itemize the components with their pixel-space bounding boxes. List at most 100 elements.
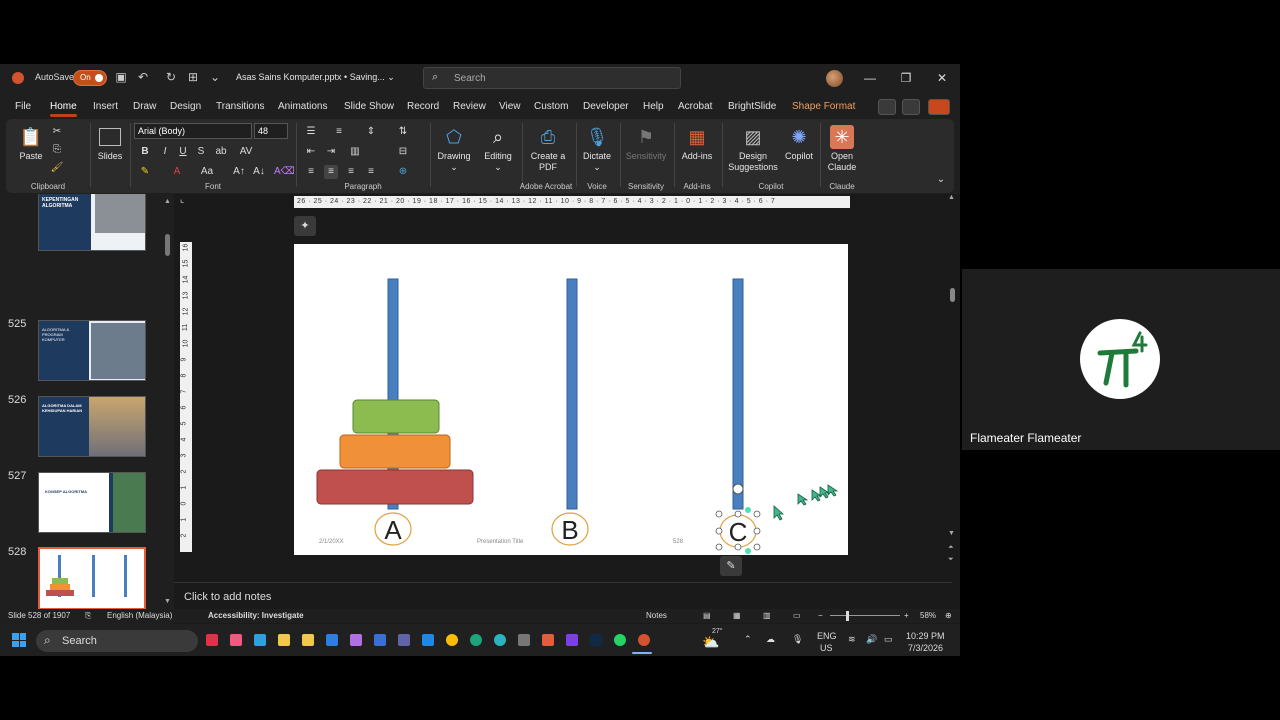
language-status[interactable]: English (Malaysia) — [107, 611, 172, 620]
slideshow-view-icon[interactable]: ▭ — [793, 611, 801, 620]
scroll-thumb[interactable] — [165, 234, 170, 256]
tab-slide-show[interactable]: Slide Show — [344, 101, 394, 112]
notes-button[interactable]: Notes — [646, 611, 667, 620]
whatsapp-icon[interactable] — [614, 634, 626, 646]
editor-scrollbar[interactable]: ▲ ▼ ⏶ ⏷ — [948, 194, 958, 574]
rotate-handle-icon[interactable] — [732, 483, 744, 495]
scroll-down-icon[interactable]: ▼ — [948, 530, 955, 537]
app-icon[interactable] — [566, 634, 578, 646]
editing-button[interactable]: ⌕ Editing ⌄ — [478, 125, 518, 173]
tab-review[interactable]: Review — [453, 101, 486, 112]
zoom-out-icon[interactable]: − — [818, 611, 823, 620]
smartart-icon[interactable]: ⊕ — [396, 165, 410, 179]
clear-formatting-icon[interactable]: A⌫ — [274, 165, 295, 179]
teams-icon[interactable] — [398, 634, 410, 646]
microphone-icon[interactable]: 🎙 — [792, 634, 803, 645]
slide-canvas[interactable]: A B C 2/1/20XX Presentation Title 528 ✎ — [294, 244, 848, 576]
next-slide-icon[interactable]: ⏷ — [948, 556, 954, 564]
zoom-slider-thumb[interactable] — [846, 611, 849, 621]
chrome-icon[interactable] — [446, 634, 458, 646]
strikethrough-icon[interactable]: S — [194, 145, 208, 159]
app-icon[interactable] — [374, 634, 386, 646]
comments-icon[interactable] — [902, 99, 920, 115]
clock-date[interactable]: 7/3/2026 — [908, 643, 943, 653]
notes-pane[interactable]: Click to add notes — [174, 582, 952, 610]
tab-animations[interactable]: Animations — [278, 101, 327, 112]
create-pdf-button[interactable]: ⎙ Create a PDF — [526, 125, 570, 173]
autosave-toggle[interactable]: On — [73, 70, 107, 86]
increase-indent-icon[interactable]: ⇥ — [324, 145, 338, 159]
line-spacing-icon[interactable]: ⇕ — [364, 125, 378, 139]
settings-icon[interactable] — [518, 634, 530, 646]
user-avatar[interactable] — [826, 70, 843, 87]
app-icon[interactable] — [230, 634, 242, 646]
tab-acrobat[interactable]: Acrobat — [678, 101, 712, 112]
app-icon[interactable] — [590, 634, 602, 646]
edge-icon[interactable] — [470, 634, 482, 646]
shape-designer-icon[interactable]: ✎ — [720, 556, 742, 576]
decrease-indent-icon[interactable]: ⇤ — [304, 145, 318, 159]
ribbon-collapse-icon[interactable]: ⌄ — [934, 173, 948, 187]
tab-developer[interactable]: Developer — [583, 101, 629, 112]
font-size-select[interactable]: 48 — [254, 123, 288, 139]
tab-design[interactable]: Design — [170, 101, 201, 112]
character-spacing-icon[interactable]: AV — [236, 145, 256, 159]
folder-icon[interactable] — [302, 634, 314, 646]
align-text-icon[interactable]: ⊟ — [396, 145, 410, 159]
thumbnail-slide-528-selected[interactable] — [38, 547, 146, 610]
design-suggestions-button[interactable]: ▨ Design Suggestions — [724, 125, 782, 173]
bold-icon[interactable]: B — [138, 145, 152, 159]
input-lang[interactable]: ENG — [817, 631, 837, 641]
thumbnails-scrollbar[interactable]: ▲ ▼ — [164, 198, 172, 608]
grow-font-icon[interactable]: A↑ — [232, 165, 246, 179]
highlight-icon[interactable]: ✎ — [138, 165, 152, 179]
zoom-in-icon[interactable]: + — [904, 611, 909, 620]
tab-custom[interactable]: Custom — [534, 101, 568, 112]
record-icon[interactable] — [878, 99, 896, 115]
paste-button[interactable]: 📋 Paste — [14, 125, 48, 162]
shrink-font-icon[interactable]: A↓ — [252, 165, 266, 179]
start-icon[interactable] — [12, 633, 26, 647]
drawing-button[interactable]: ⬠ Drawing ⌄ — [434, 125, 474, 173]
thumbnail-slide-526[interactable]: ALGORITMA DALAM KEHIDUPAN HARIAN — [38, 396, 146, 457]
tab-insert[interactable]: Insert — [93, 101, 118, 112]
accessibility-status[interactable]: Accessibility: Investigate — [208, 611, 304, 620]
app-icon[interactable] — [206, 634, 218, 646]
reading-view-icon[interactable]: ▥ — [763, 611, 771, 620]
volume-icon[interactable]: 🔊 — [866, 634, 877, 645]
taskbar-search[interactable]: ⌕ Search — [36, 630, 198, 652]
font-name-select[interactable]: Arial (Body) — [134, 123, 252, 139]
tab-record[interactable]: Record — [407, 101, 439, 112]
tab-home[interactable]: Home — [50, 101, 77, 117]
disk-small[interactable] — [352, 399, 440, 434]
scroll-down-icon[interactable]: ▼ — [164, 598, 171, 605]
format-painter-icon[interactable]: 🖌 — [50, 161, 64, 175]
slides-button[interactable]: Slides — [94, 125, 126, 162]
cut-icon[interactable]: ✂ — [50, 125, 64, 139]
battery-icon[interactable]: ▭ — [884, 634, 893, 645]
app-icon[interactable] — [254, 634, 266, 646]
add-ins-button[interactable]: ▦ Add-ins — [678, 125, 716, 162]
disk-large[interactable] — [316, 469, 474, 505]
tab-transitions[interactable]: Transitions — [216, 101, 265, 112]
spelling-icon[interactable]: ⎘ — [85, 611, 91, 621]
copilot-button[interactable]: ✺ Copilot — [782, 125, 816, 162]
italic-icon[interactable]: I — [158, 145, 172, 159]
app-icon[interactable] — [326, 634, 338, 646]
tab-brightslide[interactable]: BrightSlide — [728, 101, 776, 112]
weather-icon[interactable]: ⛅ — [702, 634, 719, 651]
scroll-thumb[interactable] — [950, 288, 955, 302]
clock-time[interactable]: 10:29 PM — [906, 631, 945, 641]
tray-chevron-icon[interactable]: ⌃ — [744, 634, 752, 645]
file-explorer-icon[interactable] — [278, 634, 290, 646]
tab-draw[interactable]: Draw — [133, 101, 156, 112]
dictate-button[interactable]: 🎙 Dictate ⌄ — [580, 125, 614, 173]
search-box[interactable]: ⌕ Search — [423, 67, 681, 89]
designer-button[interactable]: ✦ — [294, 216, 316, 236]
customize-quick-access-icon[interactable]: ⌄ — [208, 70, 222, 84]
save-icon[interactable]: ▣ — [114, 70, 128, 84]
meeting-participant-tile[interactable]: Flameater Flameater — [962, 269, 1280, 450]
align-right-icon[interactable]: ≡ — [344, 165, 358, 179]
sensitivity-button[interactable]: ⚑ Sensitivity — [622, 125, 670, 162]
fit-to-window-icon[interactable]: ⊕ — [945, 611, 952, 620]
